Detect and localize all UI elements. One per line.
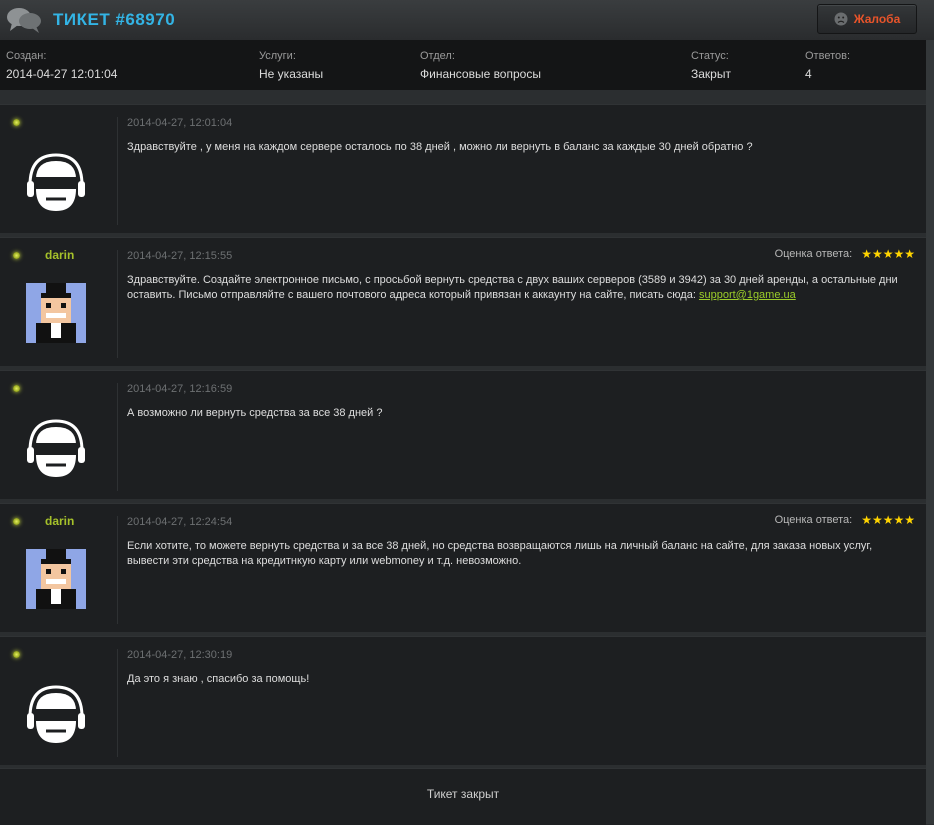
message-user: 2014-04-27, 12:16:59 А возможно ли верну… [0,370,926,499]
answer-rating: Оценка ответа: ★★★★★ [775,247,915,261]
complaint-label: Жалоба [853,12,901,26]
author-name: darin [45,514,75,528]
message-time: 2014-04-27, 12:15:55 [127,250,233,262]
message-time: 2014-04-27, 12:30:19 [127,649,233,661]
page-edge [926,40,934,824]
divider [117,117,118,225]
support-avatar-icon [26,549,86,609]
online-indicator-icon [13,252,20,259]
rating-label: Оценка ответа: [774,514,853,526]
info-label: Отдел: [420,50,455,62]
user-avatar-icon [27,419,85,477]
divider [117,383,118,491]
info-value: Финансовые вопросы [420,67,541,81]
info-value: Закрыт [691,67,731,81]
answer-rating: Оценка ответа: ★★★★★ [775,513,915,527]
online-indicator-icon [13,651,20,658]
rating-label: Оценка ответа: [774,248,853,260]
info-value: 2014-04-27 12:01:04 [6,67,118,81]
message-user: 2014-04-27, 12:30:19 Да это я знаю , спа… [0,636,926,765]
message-text: Да это я знаю , спасибо за помощь! [127,673,310,685]
info-label: Статус: [691,50,729,62]
online-indicator-icon [13,518,20,525]
author-name: darin [45,248,75,262]
info-created: Создан: 2014-04-27 12:01:04 [6,50,117,81]
support-avatar-icon [26,283,86,343]
message-time: 2014-04-27, 12:24:54 [127,516,233,528]
message-time: 2014-04-27, 12:01:04 [127,117,233,129]
ticket-closed-status: Тикет закрыт [426,787,500,801]
info-value: Не указаны [259,67,324,81]
message-text: Здравствуйте , у меня на каждом сервере … [127,141,753,153]
divider [117,250,118,358]
info-services: Услуги: Не указаны [259,50,323,81]
sad-face-icon [834,12,848,26]
info-replies: Ответов: 4 [805,50,850,81]
message-text: А возможно ли вернуть средства за все 38… [127,407,383,419]
ticket-footer: Тикет закрыт [0,768,926,825]
message-text: Если хотите, то можете вернуть средства … [127,540,873,567]
ticket-info-bar: Создан: 2014-04-27 12:01:04 Услуги: Не у… [0,40,926,90]
message-support: darin 2014-04-27, 12:24:54 Оценка ответа… [0,503,926,632]
chat-bubbles-icon [7,8,41,33]
rating-stars-icon[interactable]: ★★★★★ [861,247,915,261]
user-avatar-icon [27,153,85,211]
message-support: darin 2014-04-27, 12:15:55 Оценка ответа… [0,237,926,366]
info-label: Создан: [6,50,47,62]
ticket-header: ТИКЕТ #68970 Жалоба [0,0,934,41]
info-value: 4 [805,67,812,81]
divider [117,649,118,757]
user-avatar-icon [27,685,85,743]
info-label: Ответов: [805,50,850,62]
message-text: Здравствуйте. Создайте электронное письм… [127,273,917,303]
info-label: Услуги: [259,50,296,62]
complaint-button[interactable]: Жалоба [817,4,917,34]
online-indicator-icon [13,119,20,126]
ticket-title: ТИКЕТ #68970 [53,10,176,29]
rating-stars-icon[interactable]: ★★★★★ [861,513,915,527]
support-email-link[interactable]: support@1game.ua [699,289,796,301]
message-time: 2014-04-27, 12:16:59 [127,383,233,395]
info-status: Статус: Закрыт [691,50,731,81]
divider [117,516,118,624]
online-indicator-icon [13,385,20,392]
message-user: 2014-04-27, 12:01:04 Здравствуйте , у ме… [0,104,926,233]
info-department: Отдел: Финансовые вопросы [420,50,541,81]
